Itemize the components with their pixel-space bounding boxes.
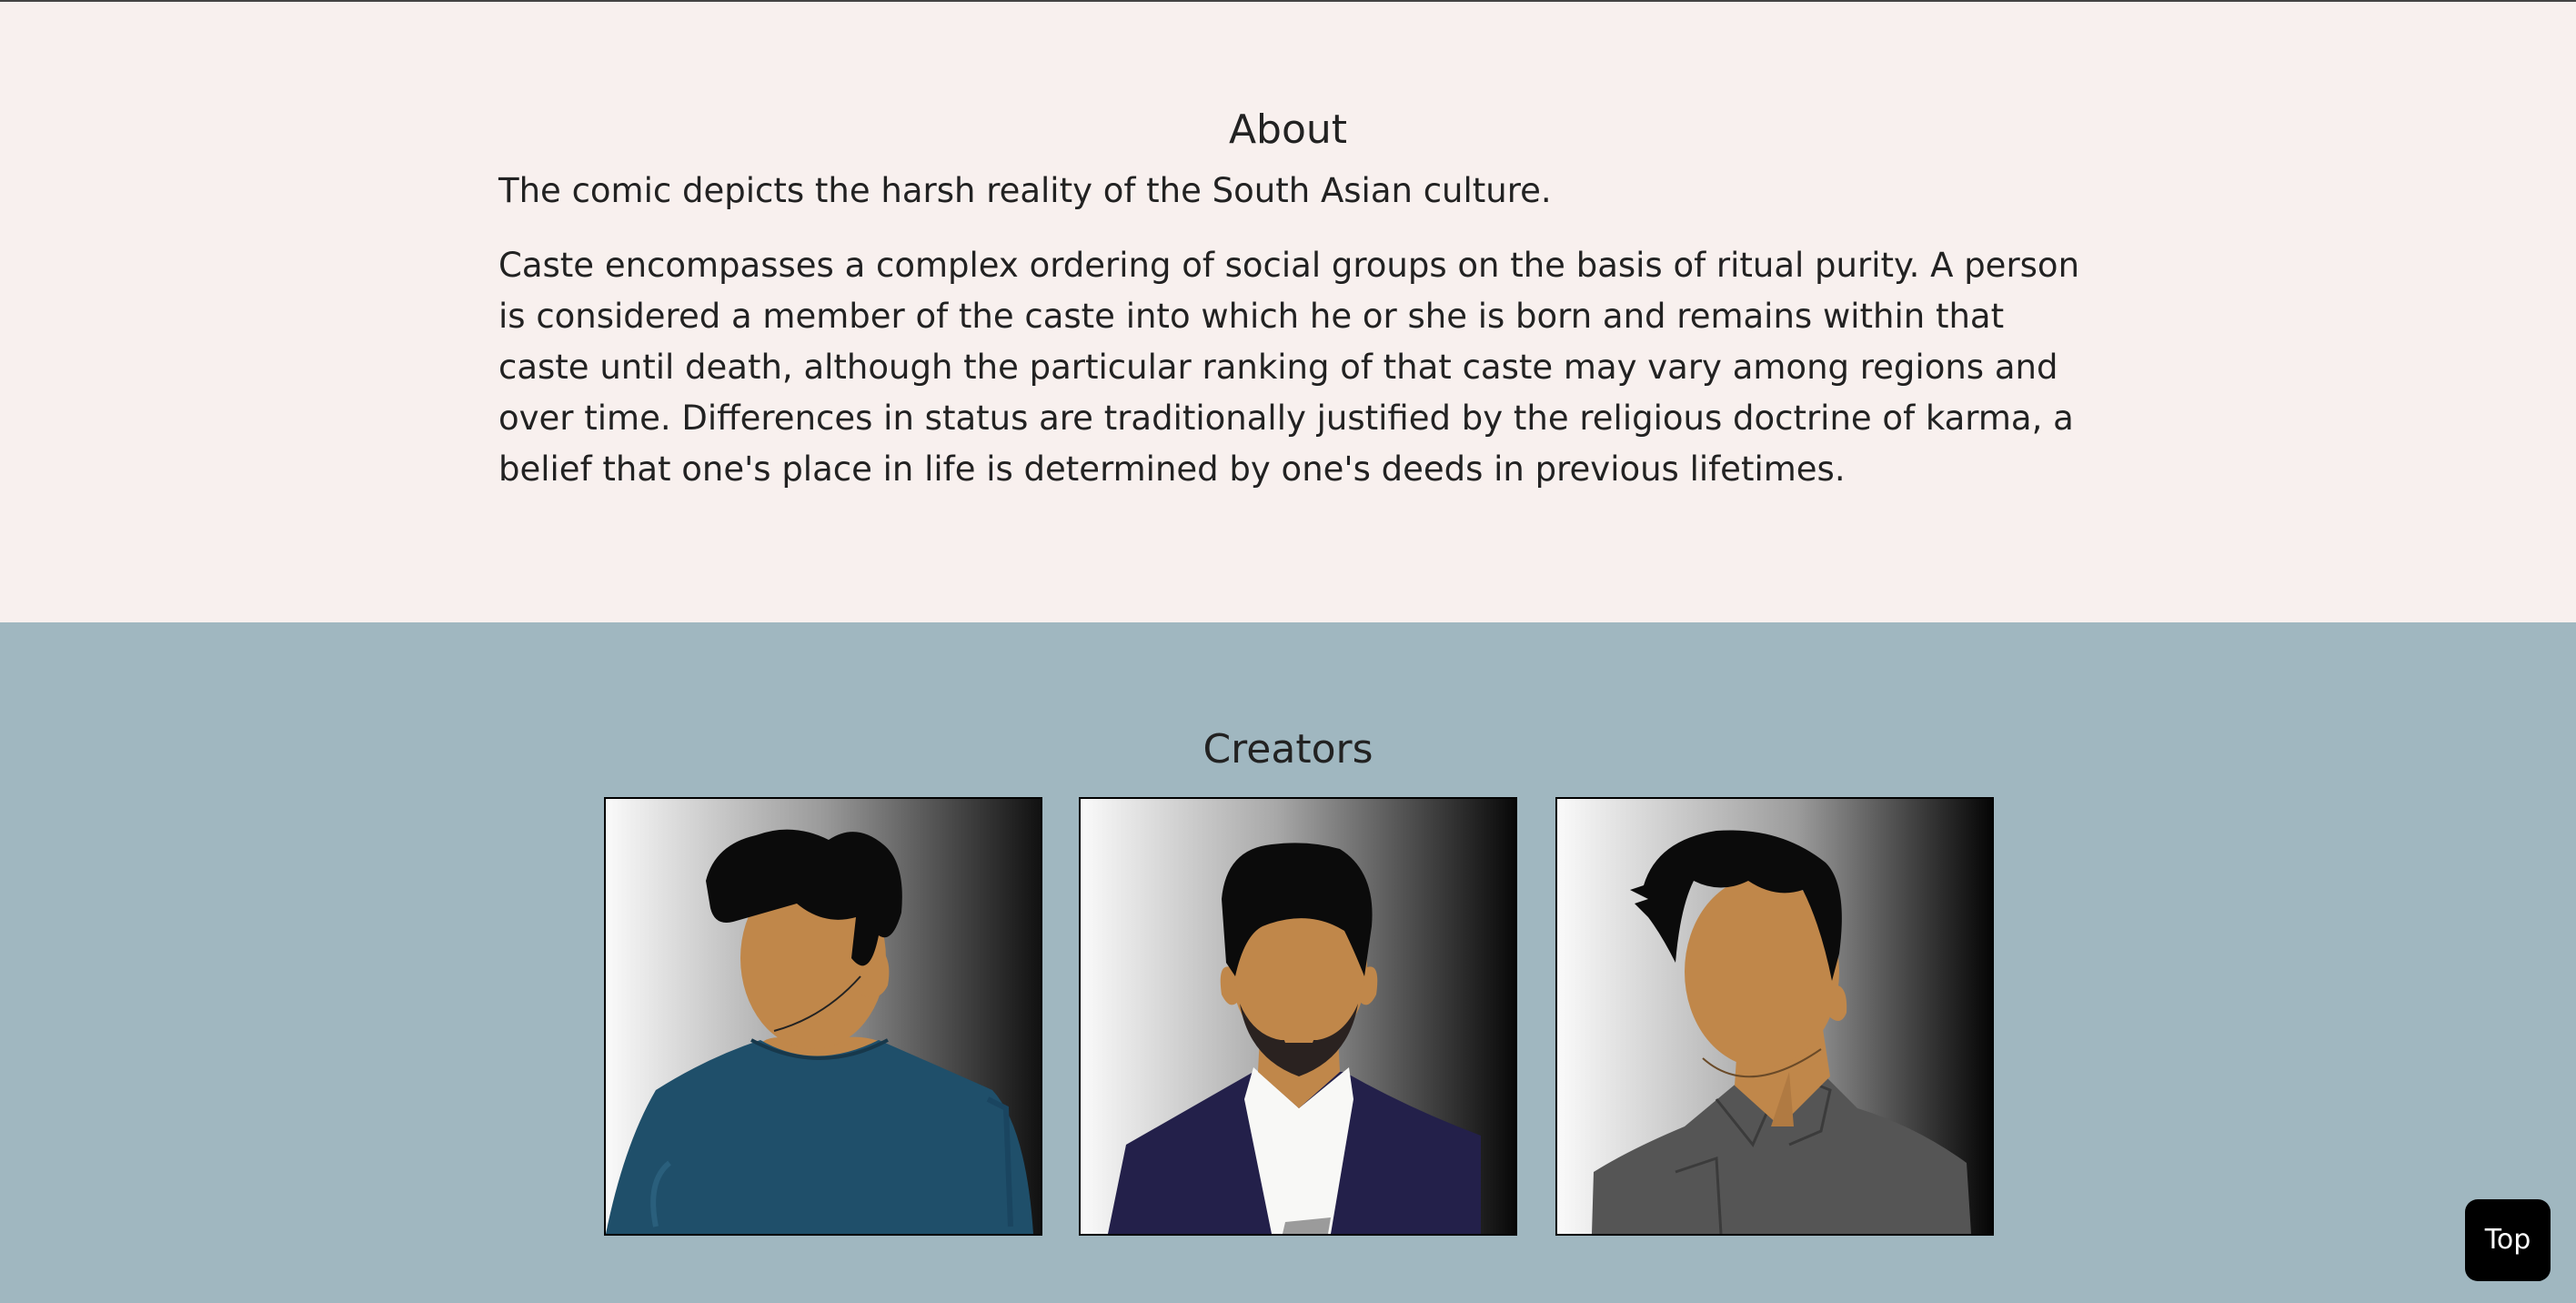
creator-2-illustration xyxy=(1081,799,1515,1234)
back-to-top-button[interactable]: Top xyxy=(2465,1199,2551,1281)
creators-section: Creators xyxy=(0,622,2576,1303)
creator-portrait-1 xyxy=(604,797,1042,1236)
creators-heading: Creators xyxy=(1202,726,1374,773)
about-heading: About xyxy=(1228,106,1348,153)
creator-portrait-3 xyxy=(1555,797,1994,1236)
creator-portrait-2 xyxy=(1079,797,1517,1236)
creator-1-illustration xyxy=(606,799,1041,1234)
creator-3-illustration xyxy=(1557,799,1992,1234)
about-section: About The comic depicts the harsh realit… xyxy=(0,2,2576,622)
about-body-paragraph: Caste encompasses a complex ordering of … xyxy=(498,246,2080,489)
about-lead-paragraph: The comic depicts the harsh reality of t… xyxy=(498,171,1552,210)
